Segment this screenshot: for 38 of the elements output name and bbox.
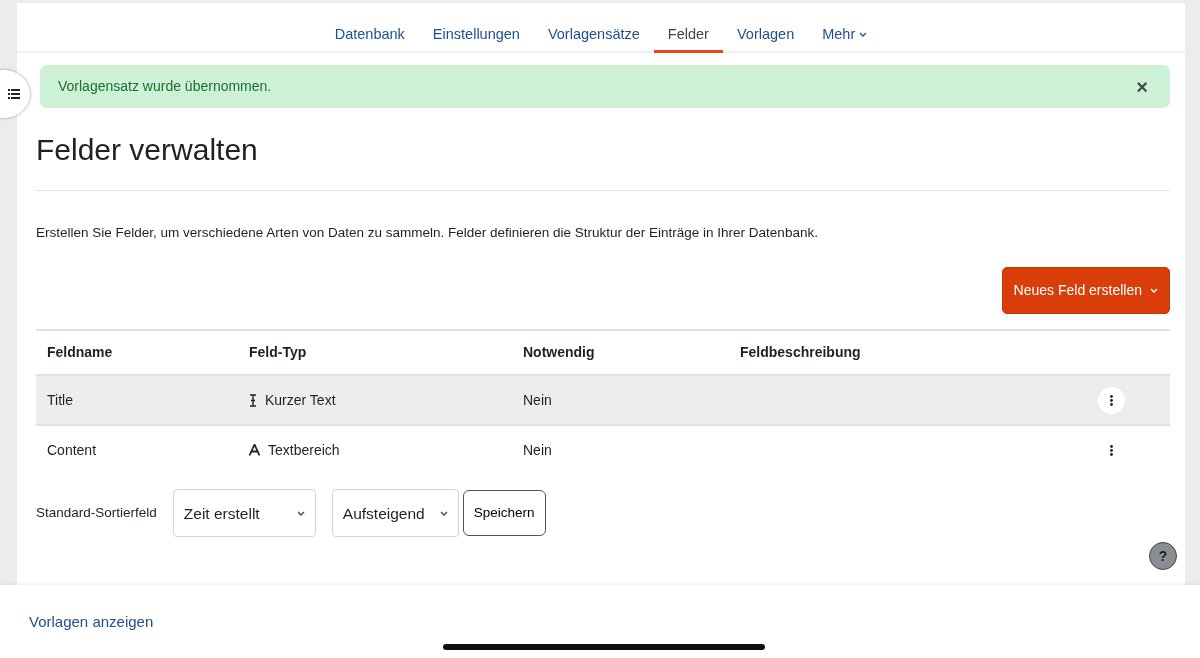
nav-tab[interactable]: Vorlagensätze [533, 3, 654, 53]
nav-tab[interactable]: Felder [653, 3, 723, 53]
intro-text: Erstellen Sie Felder, um verschiedene Arten von Daten zu sammeln. Felder definieren die Struktur der Einträge in Ihrer Datenbank. [36, 224, 819, 242]
caret-icon [439, 510, 448, 516]
table-cell-text: Content [46, 440, 98, 460]
caret-icon [296, 510, 305, 516]
column-header: Feldbeschreibung [739, 343, 862, 363]
close-button[interactable]: × [1132, 76, 1152, 97]
caret-icon [1150, 288, 1158, 294]
page-heading: Felder verwalten [36, 132, 259, 168]
table-row[interactable]: Title Kurzer Text Nein [36, 374, 1170, 425]
sort-field-select[interactable]: Zeit erstellt [172, 489, 316, 538]
nav-tab[interactable]: Datenbank [320, 3, 419, 53]
nav-tab[interactable]: Vorlagen [722, 3, 809, 53]
column-header: Feld-Typ [248, 343, 308, 363]
list-icon [8, 89, 20, 99]
table-cell-text: Nein [522, 390, 553, 410]
sort-label: Standard-Sortierfeld [36, 504, 157, 523]
nav-tab[interactable]: Mehr [808, 3, 882, 53]
table-cell-text: Kurzer Text [265, 390, 336, 410]
new-field-button[interactable]: Neues Feld erstellen [1001, 267, 1170, 315]
sort-order-select[interactable]: Aufsteigend [331, 489, 459, 538]
table-cell-text: Title [46, 390, 74, 410]
caret-icon [859, 32, 868, 38]
alert-message: Vorlagensatz wurde übernommen. [58, 77, 272, 96]
letter-a-icon [249, 444, 260, 457]
help-button[interactable]: ? [1149, 542, 1177, 570]
table-cell-text: Nein [522, 440, 553, 460]
text-cursor-icon [249, 393, 257, 407]
kebab-icon [1110, 394, 1113, 406]
nav-tab[interactable]: Einstellungen [418, 3, 534, 53]
column-header: Notwendig [522, 343, 596, 363]
save-button[interactable]: Speichern [462, 490, 546, 537]
column-header: Feldname [46, 343, 114, 363]
show-templates-link[interactable]: Vorlagen anzeigen [29, 611, 154, 634]
actions-menu-button[interactable] [1098, 386, 1125, 414]
table-cell-text: Textbereich [268, 440, 340, 460]
kebab-icon [1110, 444, 1113, 456]
